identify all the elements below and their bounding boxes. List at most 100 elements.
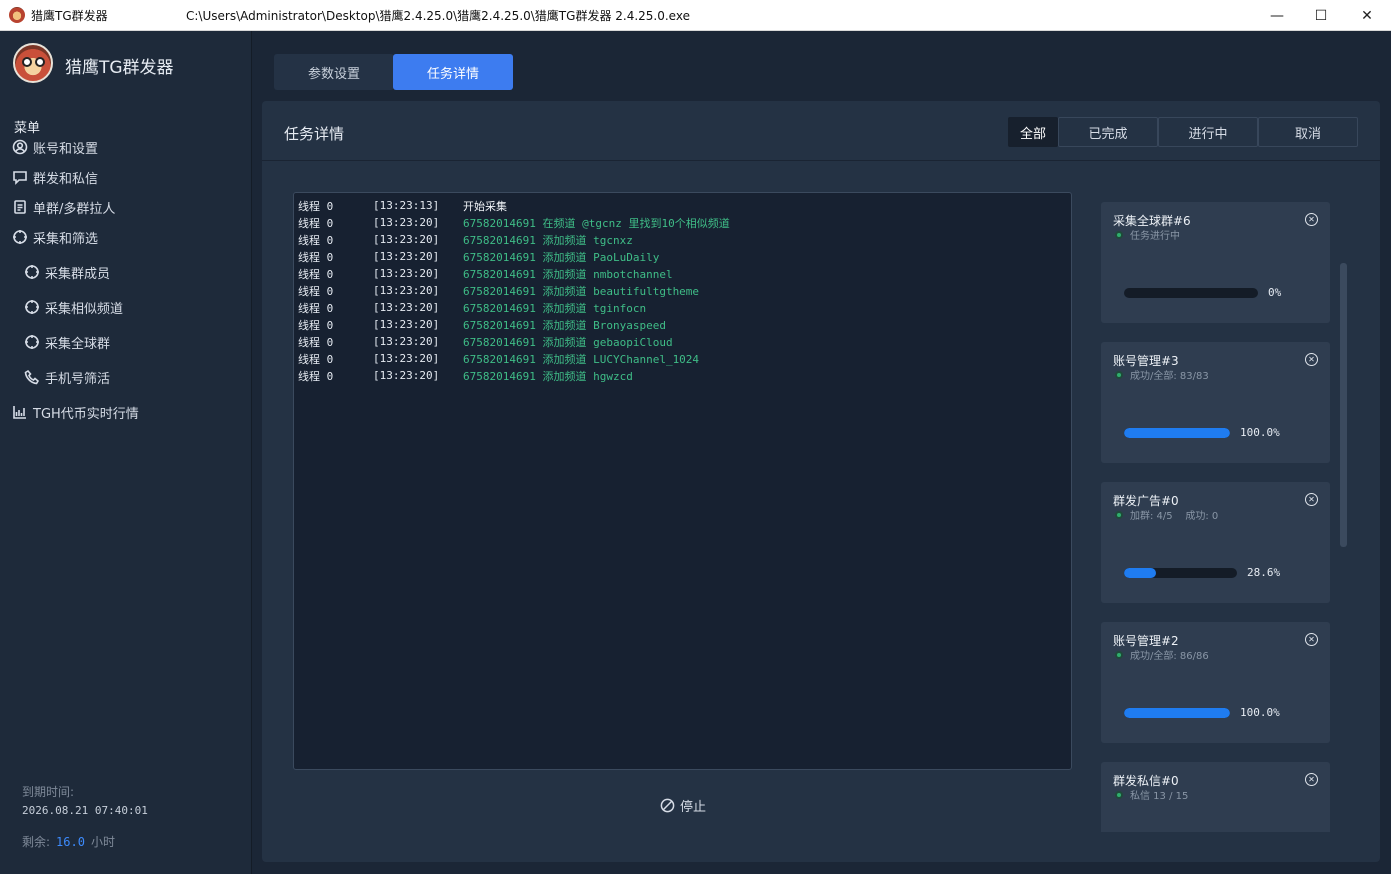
task-list[interactable]: 采集全球群#6 ✕ 任务进行中 0% 账号管理#3 ✕ 成功/全部: 83/83 100.0%… xyxy=(1091,192,1339,832)
tab-task-details[interactable]: 任务详情 xyxy=(393,54,513,90)
close-circle-icon[interactable]: ✕ xyxy=(1305,633,1318,646)
log-thread: 线程 0 xyxy=(298,352,334,366)
log-time: [13:23:20] xyxy=(373,284,440,297)
progress-fill xyxy=(1124,708,1230,718)
log-message: 67582014691 添加频道 tginfocn xyxy=(463,301,647,315)
app-logo-icon xyxy=(9,7,25,23)
log-time: [13:23:20] xyxy=(373,267,440,280)
nav-phone-filter[interactable]: 手机号筛活 xyxy=(24,367,110,387)
nav-collect-filter[interactable]: 采集和筛选 xyxy=(12,227,98,247)
remain-unit: 小时 xyxy=(90,835,115,849)
phone-icon xyxy=(24,369,40,385)
log-message: 67582014691 添加频道 hgwzcd xyxy=(463,369,633,383)
log-line: 线程 0 [13:23:20] 67582014691 添加频道 hgwzcd xyxy=(298,367,1067,384)
window-path: C:\Users\Administrator\Desktop\猎鹰2.4.25.… xyxy=(186,8,690,23)
task-list-scrollbar[interactable] xyxy=(1340,263,1347,547)
nav-broadcast-dm[interactable]: 群发和私信 xyxy=(12,167,98,187)
filter-completed-button[interactable]: 已完成 xyxy=(1058,117,1158,147)
document-icon xyxy=(12,199,28,215)
close-circle-icon[interactable]: ✕ xyxy=(1305,773,1318,786)
log-message: 67582014691 添加频道 tgcnxz xyxy=(463,233,633,247)
log-output[interactable]: 线程 0 [13:23:13] 开始采集 线程 0 [13:23:20] 67582014… xyxy=(293,192,1072,770)
chat-bubble-icon xyxy=(12,169,28,185)
progress-percent: 28.6% xyxy=(1247,566,1281,579)
task-status-text: 加群: 4/5 成功: 0 xyxy=(1130,511,1219,522)
nav-label: TGH代币实时行情 xyxy=(33,406,139,422)
log-message: 67582014691 添加频道 PaoLuDaily xyxy=(463,250,660,264)
progress-percent: 100.0% xyxy=(1240,426,1280,439)
log-line: 线程 0 [13:23:20] 67582014691 添加频道 Bronyaspe… xyxy=(298,316,1067,333)
log-message: 67582014691 添加频道 nmbotchannel xyxy=(463,267,673,281)
panel-header: 任务详情 全部 已完成 进行中 取消 xyxy=(262,101,1380,161)
chart-icon xyxy=(12,404,28,420)
log-line: 线程 0 [13:23:20] 67582014691 添加频道 gebaopiCl… xyxy=(298,333,1067,350)
task-status: 任务进行中 xyxy=(1115,227,1180,242)
log-line: 线程 0 [13:23:20] 67582014691 添加频道 tgcnxz xyxy=(298,231,1067,248)
log-thread: 线程 0 xyxy=(298,199,334,213)
title-bar: 猎鹰TG群发器 C:\Users\Administrator\Desktop\猎… xyxy=(0,0,1391,31)
log-time: [13:23:20] xyxy=(373,250,440,263)
minimize-button[interactable]: — xyxy=(1254,0,1300,31)
nav-label: 单群/多群拉人 xyxy=(33,201,116,217)
close-circle-icon[interactable]: ✕ xyxy=(1305,213,1318,226)
log-message: 67582014691 添加频道 Bronyaspeed xyxy=(463,318,666,332)
nav-account-settings[interactable]: 账号和设置 xyxy=(12,137,98,157)
log-thread: 线程 0 xyxy=(298,369,334,383)
task-card: 群发广告#0 ✕ 加群: 4/5 成功: 0 28.6% xyxy=(1101,482,1330,603)
maximize-button[interactable]: ☐ xyxy=(1298,0,1344,31)
log-line: 线程 0 [13:23:20] 67582014691 添加频道 beautiful… xyxy=(298,282,1067,299)
crosshair-icon xyxy=(24,334,40,350)
owl-logo-icon xyxy=(13,43,53,83)
progress-bar xyxy=(1124,708,1230,718)
tab-params[interactable]: 参数设置 xyxy=(274,54,394,90)
log-line: 线程 0 [13:23:20] 67582014691 添加频道 nmbotchan… xyxy=(298,265,1067,282)
filter-cancelled-button[interactable]: 取消 xyxy=(1258,117,1358,147)
task-status: 私信 13 / 15 xyxy=(1115,787,1188,802)
crosshair-icon xyxy=(24,299,40,315)
nav-label: 采集相似频道 xyxy=(45,301,124,317)
progress-percent: 100.0% xyxy=(1240,706,1280,719)
remaining-time: 剩余: 16.0 小时 xyxy=(22,833,115,850)
log-line: 线程 0 [13:23:13] 开始采集 xyxy=(298,197,1067,214)
log-line: 线程 0 [13:23:20] 67582014691 添加频道 LUCYChann… xyxy=(298,350,1067,367)
filter-running-button[interactable]: 进行中 xyxy=(1158,117,1258,147)
progress-fill xyxy=(1124,568,1157,578)
task-status-text: 私信 13 / 15 xyxy=(1130,791,1189,802)
log-time: [13:23:20] xyxy=(373,318,440,331)
log-thread: 线程 0 xyxy=(298,216,334,230)
log-time: [13:23:20] xyxy=(373,233,440,246)
log-time: [13:23:20] xyxy=(373,369,440,382)
expire-label: 到期时间: xyxy=(22,785,75,799)
app-name: 猎鹰TG群发器 xyxy=(31,8,108,23)
log-line: 线程 0 [13:23:20] 67582014691 在频道 @tgcnz 里找到… xyxy=(298,214,1067,231)
crosshair-icon xyxy=(24,264,40,280)
close-circle-icon[interactable]: ✕ xyxy=(1305,493,1318,506)
log-thread: 线程 0 xyxy=(298,318,334,332)
nav-collect-members[interactable]: 采集群成员 xyxy=(24,262,110,282)
log-line: 线程 0 [13:23:20] 67582014691 添加频道 tginfocn xyxy=(298,299,1067,316)
filter-all-button[interactable]: 全部 xyxy=(1008,117,1058,147)
sidebar: 猎鹰TG群发器 菜单 账号和设置 群发和私信 单群/多群拉人 采集和筛选 采集群… xyxy=(0,31,252,874)
progress-bar xyxy=(1124,288,1258,298)
log-time: [13:23:13] xyxy=(373,199,440,212)
nav-tgh-market[interactable]: TGH代币实时行情 xyxy=(12,402,139,422)
close-button[interactable]: ✕ xyxy=(1344,0,1390,31)
log-thread: 线程 0 xyxy=(298,250,334,264)
remain-value: 16.0 xyxy=(56,835,85,849)
nav-collect-global-groups[interactable]: 采集全球群 xyxy=(24,332,110,352)
nav-group-invite[interactable]: 单群/多群拉人 xyxy=(12,197,115,217)
progress-bar xyxy=(1124,568,1237,578)
log-thread: 线程 0 xyxy=(298,284,334,298)
stop-button[interactable]: 停止 xyxy=(660,796,706,815)
remain-label: 剩余: xyxy=(22,835,51,849)
user-circle-icon xyxy=(12,139,28,155)
nav-collect-similar-channels[interactable]: 采集相似频道 xyxy=(24,297,123,317)
task-card: 群发私信#0 ✕ 私信 13 / 15 xyxy=(1101,762,1330,832)
task-card: 采集全球群#6 ✕ 任务进行中 0% xyxy=(1101,202,1330,323)
log-message: 67582014691 在频道 @tgcnz 里找到10个相似频道 xyxy=(463,216,730,230)
stop-icon xyxy=(660,798,675,813)
brand-name: 猎鹰TG群发器 xyxy=(65,58,174,78)
log-time: [13:23:20] xyxy=(373,301,440,314)
expire-date: 2026.08.21 07:40:01 xyxy=(22,804,148,817)
close-circle-icon[interactable]: ✕ xyxy=(1305,353,1318,366)
